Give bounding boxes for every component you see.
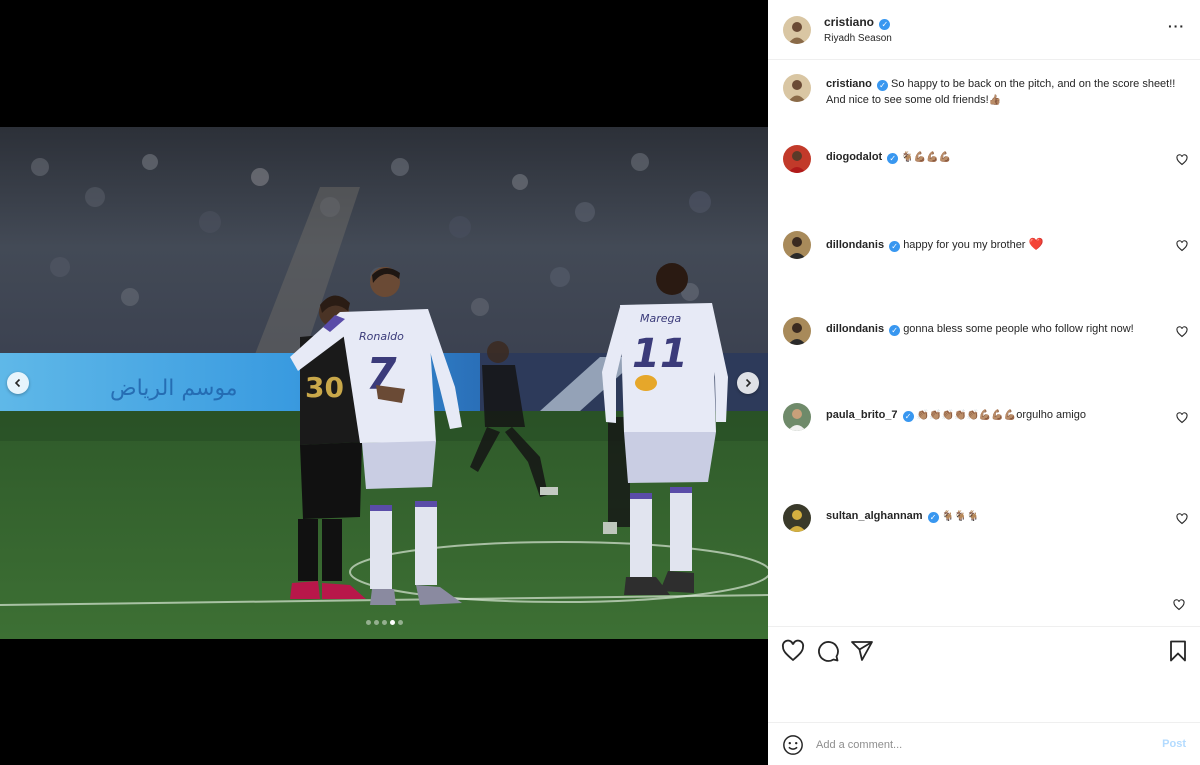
carousel-prev-button[interactable] bbox=[7, 372, 29, 394]
comment-username[interactable]: sultan_alghannam bbox=[826, 510, 923, 522]
comment-item: dillondanis ✓ happy for you my brother ❤… bbox=[783, 231, 1188, 261]
author-avatar[interactable] bbox=[783, 16, 811, 44]
post-header: cristiano ✓ Riyadh Season ··· bbox=[768, 0, 1200, 60]
comment-item: dillondanis ✓ gonna bless some people wh… bbox=[783, 317, 1188, 347]
comment-body: gonna bless some people who follow right… bbox=[903, 323, 1134, 335]
comment-emoji: ❤️ bbox=[1028, 237, 1044, 251]
verified-badge-icon: ✓ bbox=[927, 512, 939, 523]
comment-username[interactable]: dillondanis bbox=[826, 239, 884, 251]
author-username[interactable]: cristiano bbox=[824, 15, 874, 29]
verified-badge-icon: ✓ bbox=[902, 411, 914, 422]
like-comment-heart-icon[interactable] bbox=[1173, 599, 1185, 611]
svg-text:Ronaldo: Ronaldo bbox=[359, 330, 404, 343]
like-comment-heart-icon[interactable] bbox=[1176, 154, 1188, 166]
commenter-avatar[interactable] bbox=[783, 504, 811, 532]
comment-text: dillondanis ✓ happy for you my brother ❤… bbox=[826, 237, 1044, 252]
comment-text: dillondanis ✓ gonna bless some people wh… bbox=[826, 323, 1134, 336]
verified-badge-icon: ✓ bbox=[887, 153, 899, 164]
comment-username[interactable]: dillondanis bbox=[826, 323, 884, 335]
caption-username[interactable]: cristiano bbox=[826, 78, 872, 90]
post-actions-bar bbox=[768, 626, 1200, 722]
carousel-dot bbox=[397, 620, 403, 625]
comment-text: sultan_alghannam ✓ 🐐🐐🐐 bbox=[826, 510, 979, 523]
verified-badge-icon: ✓ bbox=[876, 80, 888, 91]
caption-emoji: 👍🏽 bbox=[988, 95, 1002, 106]
verified-badge-icon: ✓ bbox=[889, 325, 901, 336]
like-comment-heart-icon[interactable] bbox=[1176, 240, 1188, 252]
caption-text: cristiano ✓ So happy to be back on the p… bbox=[826, 76, 1178, 109]
author-username-row[interactable]: cristiano ✓ bbox=[824, 15, 891, 30]
post-panel: cristiano ✓ Riyadh Season ··· cristiano … bbox=[768, 0, 1200, 765]
svg-text:ﻣﻮﺳﻢ ﺍﻟﺮﻳﺎﺽ: ﻣﻮﺳﻢ ﺍﻟﺮﻳﺎﺽ bbox=[110, 376, 238, 401]
like-comment-heart-icon[interactable] bbox=[1176, 412, 1188, 424]
comment-item: diogodalot ✓ 🐐💪🏽💪🏽💪🏽 bbox=[783, 145, 1188, 175]
commenter-avatar[interactable] bbox=[783, 317, 811, 345]
comment-username[interactable]: diogodalot bbox=[826, 151, 882, 163]
comment-emoji: 🐐💪🏽💪🏽💪🏽 bbox=[901, 152, 952, 163]
chevron-left-icon bbox=[14, 378, 21, 388]
comment-input[interactable] bbox=[816, 735, 1146, 755]
comment-item: paula_brito_7 ✓ 👏🏽👏🏽👏🏽👏🏽👏🏽💪🏽💪🏽💪🏽orgulho … bbox=[783, 403, 1188, 433]
carousel-indicator bbox=[0, 620, 768, 625]
chevron-right-icon bbox=[745, 378, 752, 388]
author-avatar[interactable] bbox=[783, 74, 811, 102]
verified-badge-icon: ✓ bbox=[889, 241, 901, 252]
svg-text:11: 11 bbox=[632, 331, 688, 377]
svg-text:30: 30 bbox=[305, 371, 344, 404]
comment-text: paula_brito_7 ✓ 👏🏽👏🏽👏🏽👏🏽👏🏽💪🏽💪🏽💪🏽orgulho … bbox=[826, 409, 1086, 422]
add-comment-bar: Post bbox=[768, 722, 1200, 765]
media-area: ﻣﻮﺳﻢ ﺍﻟﺮﻳﺎﺽ 30 Ronaldo 7 Marega 11 bbox=[0, 0, 768, 765]
heart-icon[interactable] bbox=[781, 639, 805, 663]
carousel-dot bbox=[365, 620, 371, 625]
commenter-avatar[interactable] bbox=[783, 403, 811, 431]
share-icon[interactable] bbox=[850, 639, 874, 663]
comment-emoji: 🐐🐐🐐 bbox=[941, 511, 980, 522]
carousel-next-button[interactable] bbox=[737, 372, 759, 394]
bookmark-icon[interactable] bbox=[1166, 639, 1190, 663]
verified-badge-icon: ✓ bbox=[879, 19, 891, 30]
comment-emoji: 👏🏽👏🏽👏🏽👏🏽👏🏽💪🏽💪🏽💪🏽 bbox=[916, 410, 1017, 421]
carousel-dot bbox=[381, 620, 387, 625]
comment-icon[interactable] bbox=[816, 639, 840, 663]
comments-list: cristiano ✓ So happy to be back on the p… bbox=[768, 61, 1200, 625]
svg-text:Marega: Marega bbox=[640, 312, 682, 325]
post-comment-button[interactable]: Post bbox=[1162, 738, 1186, 750]
smiley-icon[interactable] bbox=[782, 734, 804, 756]
comment-body: orgulho amigo bbox=[1016, 409, 1086, 421]
post-location[interactable]: Riyadh Season bbox=[824, 33, 892, 44]
comment-body: happy for you my brother bbox=[903, 239, 1026, 251]
comment-text: diogodalot ✓ 🐐💪🏽💪🏽💪🏽 bbox=[826, 151, 951, 164]
more-options-icon[interactable]: ··· bbox=[1168, 18, 1185, 34]
like-comment-heart-icon[interactable] bbox=[1176, 326, 1188, 338]
commenter-avatar[interactable] bbox=[783, 231, 811, 259]
commenter-avatar[interactable] bbox=[783, 145, 811, 173]
like-comment-heart-icon[interactable] bbox=[1176, 513, 1188, 525]
carousel-dot bbox=[373, 620, 379, 625]
comment-item: sultan_alghannam ✓ 🐐🐐🐐 bbox=[783, 504, 1188, 534]
carousel-dot-active bbox=[389, 620, 395, 625]
post-photo: ﻣﻮﺳﻢ ﺍﻟﺮﻳﺎﺽ 30 Ronaldo 7 Marega 11 bbox=[0, 127, 768, 639]
comment-username[interactable]: paula_brito_7 bbox=[826, 409, 898, 421]
